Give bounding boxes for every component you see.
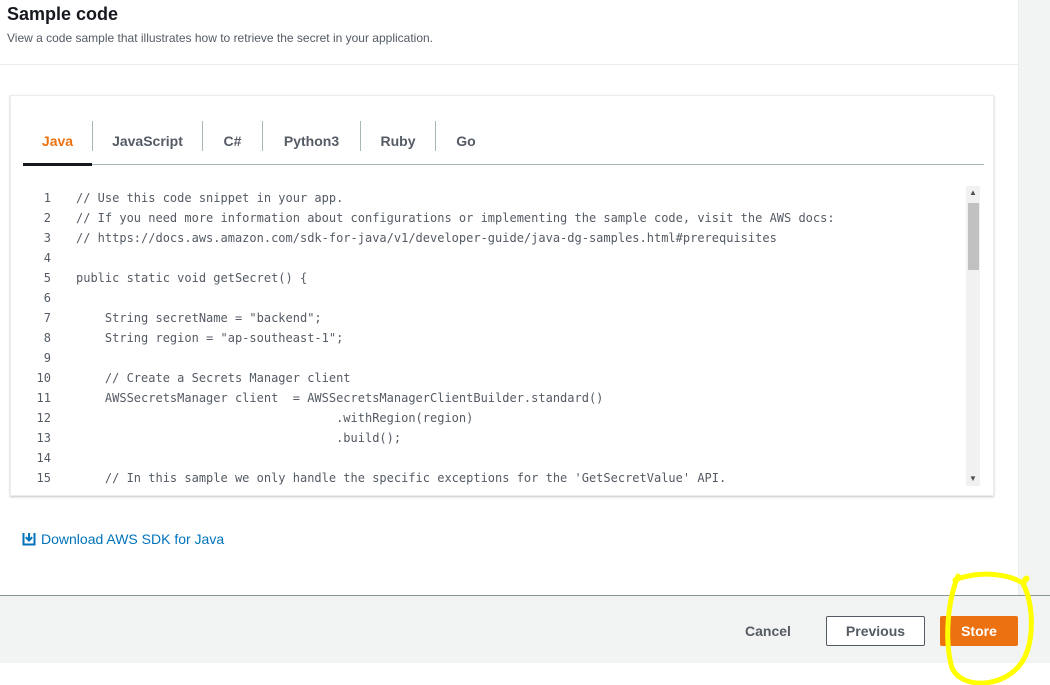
tab-java[interactable]: Java: [23, 118, 92, 166]
line-number: 7: [43, 311, 51, 325]
download-sdk-link[interactable]: Download AWS SDK for Java: [22, 531, 224, 547]
line-number: 2: [43, 211, 51, 225]
code-line: 1 // Use this code snippet in your app.: [23, 188, 984, 208]
code-sample-card: Java JavaScript C# Python3 Ruby Go 1 // U…: [10, 95, 994, 496]
code-line: 13 .build();: [23, 428, 984, 448]
line-text: // In this sample we only handle the spe…: [76, 471, 727, 485]
tab-javascript[interactable]: JavaScript: [93, 118, 202, 164]
line-number: 14: [36, 451, 51, 465]
right-rail: [1018, 0, 1050, 595]
line-text: // Create a Secrets Manager client: [76, 371, 351, 385]
line-number: 12: [36, 411, 51, 425]
code-line: 7 String secretName = "backend";: [23, 308, 984, 328]
line-number: 8: [43, 331, 51, 345]
language-tabs: Java JavaScript C# Python3 Ruby Go: [23, 118, 984, 166]
scroll-up-arrow-icon[interactable]: ▲: [966, 186, 980, 200]
line-text: .build();: [76, 431, 402, 445]
scroll-down-arrow-icon[interactable]: ▼: [966, 472, 980, 486]
line-text: // Use this code snippet in your app.: [76, 191, 344, 205]
code-scrollbar[interactable]: ▲ ▼: [966, 186, 980, 486]
tab-python3[interactable]: Python3: [263, 118, 360, 164]
line-text: AWSSecretsManager client = AWSSecretsMan…: [76, 391, 604, 405]
page: Sample code View a code sample that illu…: [0, 0, 1050, 685]
code-line: 6: [23, 288, 984, 308]
tab-csharp[interactable]: C#: [203, 118, 262, 164]
wizard-footer: Cancel Previous Store: [0, 595, 1050, 663]
panel-title: Sample code: [7, 4, 119, 24]
code-line: 10 // Create a Secrets Manager client: [23, 368, 984, 388]
code-line: 8 String region = "ap-southeast-1";: [23, 328, 984, 348]
download-icon: [22, 533, 36, 546]
code-line: 3 // https://docs.aws.amazon.com/sdk-for-…: [23, 228, 984, 248]
code-line: 14: [23, 448, 984, 468]
tab-go[interactable]: Go: [436, 118, 496, 164]
line-text: public static void getSecret() {: [76, 271, 308, 285]
line-text: // If you need more information about co…: [76, 211, 835, 225]
line-number: 5: [43, 271, 51, 285]
line-number: 13: [36, 431, 51, 445]
line-text: String region = "ap-southeast-1";: [76, 331, 344, 345]
code-line: 5 public static void getSecret() {: [23, 268, 984, 288]
line-text: .withRegion(region): [76, 411, 474, 425]
sample-code-panel: Sample code View a code sample that illu…: [0, 0, 1018, 595]
previous-button[interactable]: Previous: [826, 616, 925, 646]
code-line: 2 // If you need more information about c…: [23, 208, 984, 228]
line-number: 3: [43, 231, 51, 245]
download-sdk-label: Download AWS SDK for Java: [41, 531, 225, 547]
tab-ruby[interactable]: Ruby: [361, 118, 435, 164]
line-number: 11: [36, 391, 51, 405]
scrollbar-thumb[interactable]: [968, 203, 979, 270]
code-line: 9: [23, 348, 984, 368]
cancel-button[interactable]: Cancel: [730, 617, 806, 645]
line-number: 10: [36, 371, 51, 385]
line-number: 1: [43, 191, 51, 205]
line-number: 6: [43, 291, 51, 305]
code-editor[interactable]: 1 // Use this code snippet in your app. 2…: [23, 188, 984, 488]
panel-header: Sample code View a code sample that illu…: [0, 0, 1018, 65]
line-number: 15: [36, 471, 51, 485]
line-number: 9: [43, 351, 51, 365]
panel-description: View a code sample that illustrates how …: [7, 31, 433, 45]
code-line: 12 .withRegion(region): [23, 408, 984, 428]
code-line: 4: [23, 248, 984, 268]
line-text: // https://docs.aws.amazon.com/sdk-for-j…: [76, 231, 777, 245]
line-text: String secretName = "backend";: [76, 311, 322, 325]
store-button[interactable]: Store: [940, 616, 1018, 646]
code-line: 15 // In this sample we only handle the …: [23, 468, 984, 488]
code-line: 11 AWSSecretsManager client = AWSSecrets…: [23, 388, 984, 408]
line-number: 4: [43, 251, 51, 265]
